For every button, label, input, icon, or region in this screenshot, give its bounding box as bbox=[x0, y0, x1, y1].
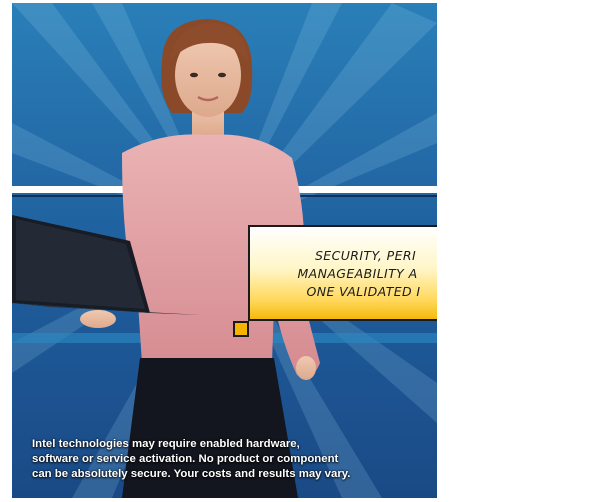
legal-disclaimer: Intel technologies may require enabled h… bbox=[32, 437, 432, 482]
disclaimer-line-2: software or service activation. No produ… bbox=[32, 453, 339, 465]
headline-line-1: SECURITY, PERI bbox=[314, 248, 417, 263]
headline-line-2: MANAGEABILITY A bbox=[297, 266, 418, 281]
disclaimer-line-3: can be absolutely secure. Your costs and… bbox=[32, 468, 351, 480]
disclaimer-line-1: Intel technologies may require enabled h… bbox=[32, 438, 300, 450]
intel-ad-banner[interactable]: SECURITY, PERI MANAGEABILITY A ONE VALID… bbox=[12, 3, 437, 498]
headline-line-3: ONE VALIDATED I bbox=[306, 284, 421, 299]
callout-corner-square bbox=[233, 321, 249, 337]
headline-callout: SECURITY, PERI MANAGEABILITY A ONE VALID… bbox=[248, 225, 437, 321]
